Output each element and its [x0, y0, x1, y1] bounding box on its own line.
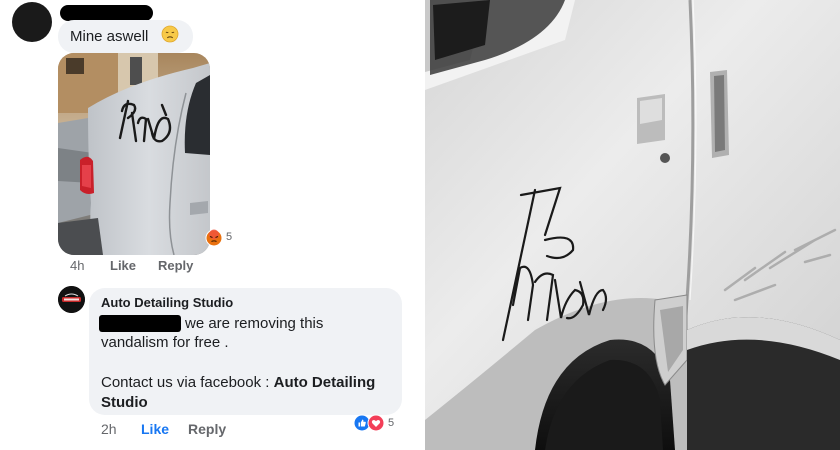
comment-timestamp[interactable]: 4h — [70, 258, 84, 273]
comment-photo[interactable] — [58, 53, 210, 255]
comment-text-line: Contact us via facebook : Auto Detailing — [101, 374, 375, 391]
reaction-count: 5 — [226, 231, 233, 243]
redacted-mention — [99, 315, 181, 332]
reaction-summary[interactable]: 5 — [205, 229, 232, 247]
auto-detailing-logo-icon — [58, 286, 85, 313]
comment-author[interactable]: Auto Detailing Studio — [101, 295, 233, 310]
reply-button[interactable]: Reply — [158, 258, 193, 273]
comment-text-line: we are removing this — [185, 315, 324, 332]
page-avatar[interactable] — [58, 286, 85, 313]
contact-prefix: Contact us via facebook : — [101, 374, 274, 391]
like-love-reactions — [353, 414, 385, 432]
redacted-author-name — [60, 5, 153, 21]
page-mention-continued[interactable]: Studio — [101, 394, 148, 411]
comment-text: Mine aswell — [70, 28, 149, 45]
van-photo — [425, 0, 840, 450]
reaction-summary[interactable]: 5 — [353, 414, 401, 432]
sad-face-icon — [161, 25, 179, 43]
angry-reaction-icon — [205, 229, 223, 247]
avatar[interactable] — [12, 2, 52, 42]
reaction-count: 5 — [388, 417, 395, 429]
vandalized-van-graphic — [425, 0, 840, 450]
facebook-comments-panel: Mine aswell 5 4h Like Reply Auto Detaili… — [0, 0, 425, 450]
like-button[interactable]: Like — [141, 421, 169, 437]
reply-button[interactable]: Reply — [188, 421, 226, 437]
car-photo-graphic — [58, 53, 210, 255]
page-mention[interactable]: Auto Detailing — [274, 374, 376, 391]
like-button[interactable]: Like — [110, 258, 136, 273]
comment-bubble: Auto Detailing Studio we are removing th… — [89, 288, 402, 415]
comment-timestamp[interactable]: 2h — [101, 421, 117, 437]
comment-text-line: vandalism for free . — [101, 334, 229, 351]
